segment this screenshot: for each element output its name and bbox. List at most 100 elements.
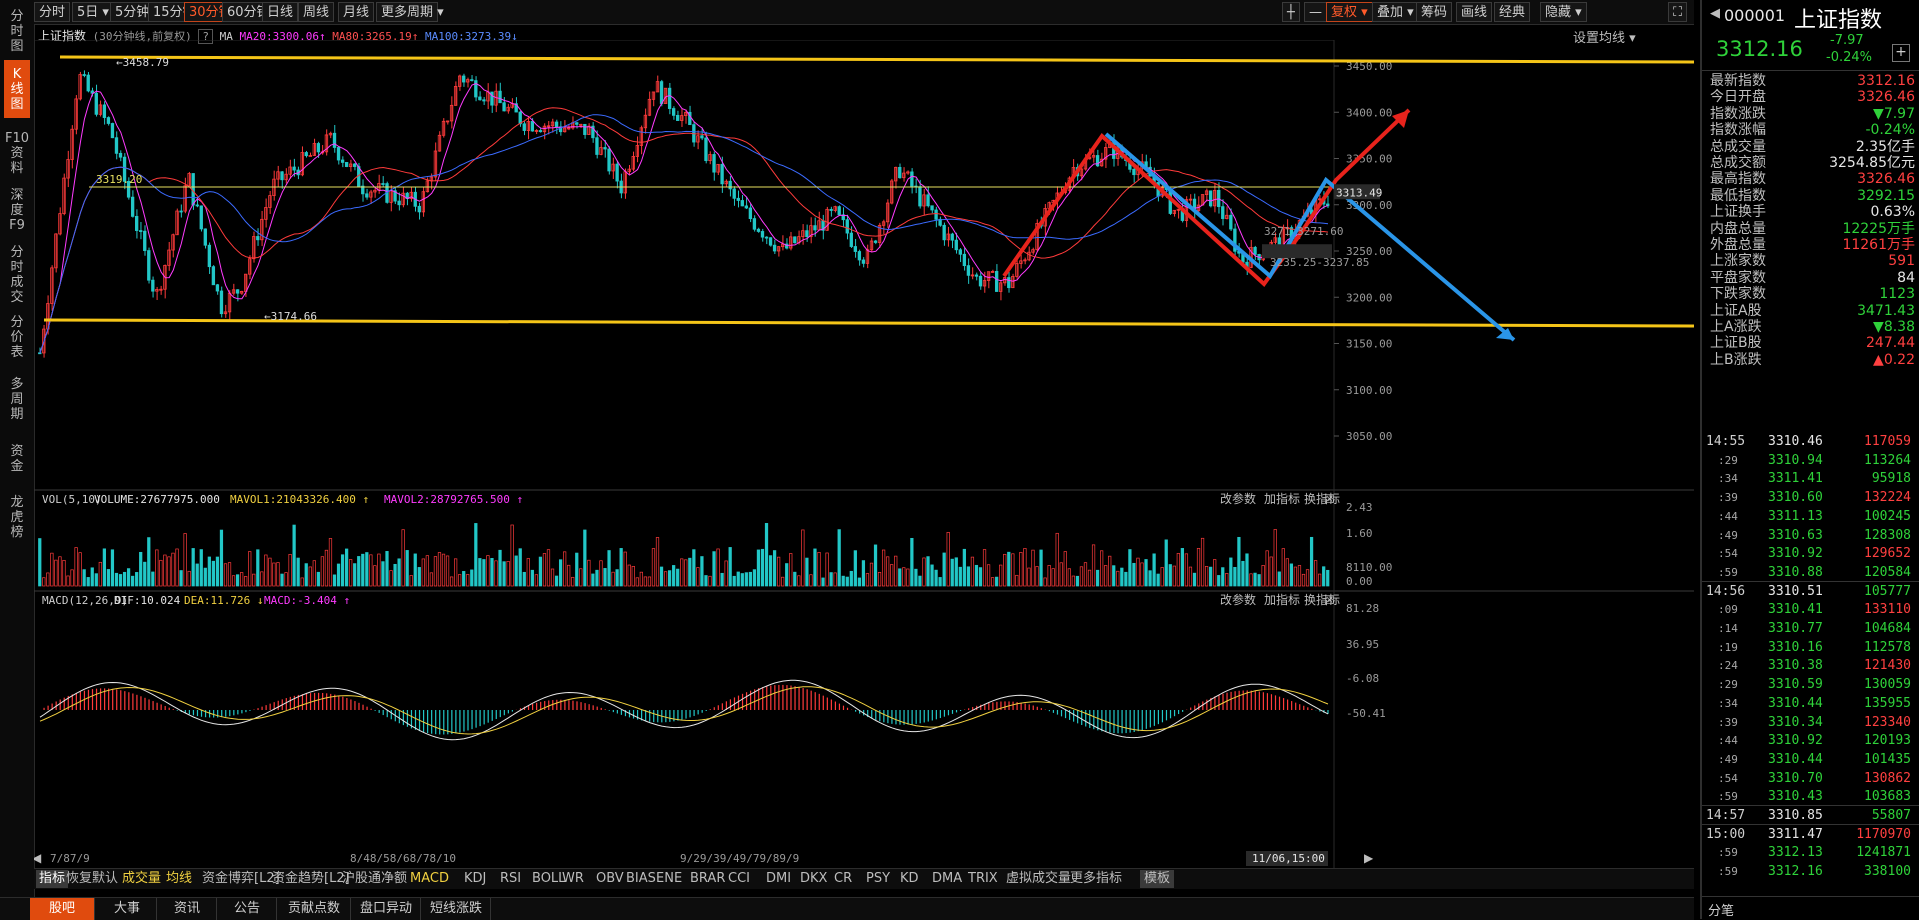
bottom-tab-1[interactable]: 大事 <box>98 898 157 920</box>
period-9[interactable]: 更多周期 ▾ <box>376 2 444 22</box>
toolbar-0[interactable]: 复权 ▾ <box>1326 2 1373 22</box>
volume-bar <box>304 563 308 587</box>
nav-item-3[interactable]: 深 度 F9 <box>4 182 30 238</box>
indicator-tab-18[interactable]: DKX <box>800 870 827 888</box>
macd-panel-button[interactable]: 加指标 <box>1264 592 1300 607</box>
bottom-tab-3[interactable]: 公告 <box>218 898 277 920</box>
volume-bar <box>377 553 381 587</box>
volume-bar <box>1322 566 1326 587</box>
indicator-tab-26[interactable]: 模板 <box>1140 870 1175 888</box>
close-icon[interactable]: ☒ <box>1324 593 1335 607</box>
candle <box>861 259 866 264</box>
tick-volume: 130059 <box>1864 677 1911 693</box>
nav-item-6[interactable]: 多 周 期 <box>4 370 30 428</box>
close-icon[interactable]: ☒ <box>1324 492 1335 506</box>
toolbar-5[interactable]: 隐藏 ▾ <box>1540 2 1587 22</box>
indicator-tab-5[interactable]: 资金趋势[L2] <box>272 870 350 888</box>
indicator-tab-16[interactable]: CCI <box>728 870 750 888</box>
indicator-tab-2[interactable]: 成交量 <box>122 870 161 888</box>
indicator-tab-22[interactable]: DMA <box>932 870 962 888</box>
bottom-tab-2[interactable]: 资讯 <box>158 898 217 920</box>
volume-bar <box>946 532 950 587</box>
bottom-tab-6[interactable]: 短线涨跌 <box>422 898 491 920</box>
toolbar-1[interactable]: 叠加 ▾ <box>1372 2 1419 22</box>
nav-item-0[interactable]: 分 时 图 <box>4 8 30 54</box>
volume-bar <box>1172 565 1176 587</box>
volume-bar <box>898 568 902 587</box>
indicator-tab-24[interactable]: 虚拟成交量 <box>1006 870 1071 888</box>
dea-value: DEA:11.726 ↓ <box>184 594 263 607</box>
indicator-tab-12[interactable]: OBV <box>596 870 624 888</box>
macd-panel-button[interactable]: 改参数 <box>1220 592 1256 607</box>
chevron-left-icon[interactable]: ◀ <box>1710 6 1720 21</box>
indicator-tab-20[interactable]: PSY <box>866 870 890 888</box>
volume-bar <box>607 550 611 587</box>
period-6[interactable]: 日线 <box>262 2 299 22</box>
volume-bar <box>542 553 547 587</box>
volume-bar <box>958 566 962 587</box>
candle <box>732 188 736 199</box>
indicator-tab-0[interactable]: 指标 <box>36 870 69 888</box>
scroll-left-icon[interactable]: ◀ <box>34 851 42 865</box>
volume-bar <box>1015 574 1019 587</box>
toolbar-3[interactable]: 画线 <box>1456 2 1493 22</box>
indicator-tab-8[interactable]: KDJ <box>464 870 486 888</box>
scroll-right-icon[interactable]: ▶ <box>1364 851 1374 865</box>
indicator-tab-25[interactable]: 更多指标 <box>1070 870 1122 888</box>
add-icon[interactable]: + <box>1892 44 1910 62</box>
volume-bar <box>474 523 478 587</box>
crosshair-icon[interactable]: ┼ <box>1282 2 1300 22</box>
volume-bar <box>853 550 857 587</box>
volume-bar <box>231 575 236 587</box>
volume-bar <box>78 552 82 587</box>
nav-item-1[interactable]: K 线 图 <box>4 60 30 118</box>
candle <box>728 180 732 190</box>
tick-time: :59 <box>1718 865 1738 879</box>
vol-panel-button[interactable]: 改参数 <box>1220 491 1256 506</box>
indicator-tab-3[interactable]: 均线 <box>166 870 192 888</box>
nav-item-2[interactable]: F10 资 料 <box>4 128 30 178</box>
tick-volume: 104684 <box>1864 621 1911 636</box>
period-8[interactable]: 月线 <box>338 2 375 22</box>
kline-chart[interactable]: 3450.003400.003350.003300.003250.003200.… <box>34 40 1694 868</box>
toolbar-2[interactable]: 筹码 <box>1416 2 1453 22</box>
nav-item-8[interactable]: 龙 虎 榜 <box>4 492 30 542</box>
indicator-tab-9[interactable]: RSI <box>500 870 521 888</box>
volume-bar <box>199 549 203 587</box>
indicator-tab-10[interactable]: BOLL <box>532 870 565 888</box>
candle <box>667 87 672 109</box>
period-1[interactable]: 5日 ▾ <box>72 2 114 22</box>
indicator-tab-7[interactable]: MACD <box>410 870 449 888</box>
tab-fenbi[interactable]: 分笔 <box>1708 900 1734 919</box>
nav-item-7[interactable]: 资 金 <box>4 436 30 482</box>
period-0[interactable]: 分时 <box>34 2 71 22</box>
minus-icon[interactable]: — <box>1304 2 1327 22</box>
indicator-tab-14[interactable]: ENE <box>656 870 682 888</box>
toolbar-4[interactable]: 经典 <box>1494 2 1531 22</box>
indicator-tab-13[interactable]: BIAS <box>626 870 656 888</box>
bottom-tab-5[interactable]: 盘口异动 <box>352 898 421 920</box>
volume-bar <box>357 556 361 587</box>
indicator-tab-6[interactable]: 沪股通净额 <box>342 870 407 888</box>
expand-icon[interactable]: ⛶ <box>1668 2 1688 22</box>
indicator-tab-11[interactable]: WR <box>562 870 584 888</box>
quote-panel: ◀ 000001 上证指数 3312.16 -7.97 -0.24% + 最新指… <box>1700 0 1919 919</box>
nav-item-5[interactable]: 分 价 表 <box>4 312 30 362</box>
candle <box>595 137 599 155</box>
volume-bar <box>478 558 482 587</box>
indicator-tab-15[interactable]: BRAR <box>690 870 725 888</box>
volume-bar <box>1297 565 1302 587</box>
indicator-tab-1[interactable]: 恢复默认 <box>66 870 118 888</box>
indicator-tab-17[interactable]: DMI <box>766 870 791 888</box>
bottom-tab-0[interactable]: 股吧 <box>30 898 95 920</box>
period-7[interactable]: 周线 <box>298 2 335 22</box>
indicator-tab-4[interactable]: 资金博弈[L2] <box>202 870 280 888</box>
nav-item-4[interactable]: 分 时 成 交 <box>4 245 30 305</box>
indicator-tab-21[interactable]: KD <box>900 870 919 888</box>
indicator-tab-23[interactable]: TRIX <box>968 870 998 888</box>
indicator-tab-19[interactable]: CR <box>834 870 852 888</box>
bottom-tab-4[interactable]: 贡献点数 <box>278 898 351 920</box>
vol-panel-button[interactable]: 加指标 <box>1264 491 1300 506</box>
volume-bar <box>886 556 890 587</box>
candle <box>942 224 946 241</box>
